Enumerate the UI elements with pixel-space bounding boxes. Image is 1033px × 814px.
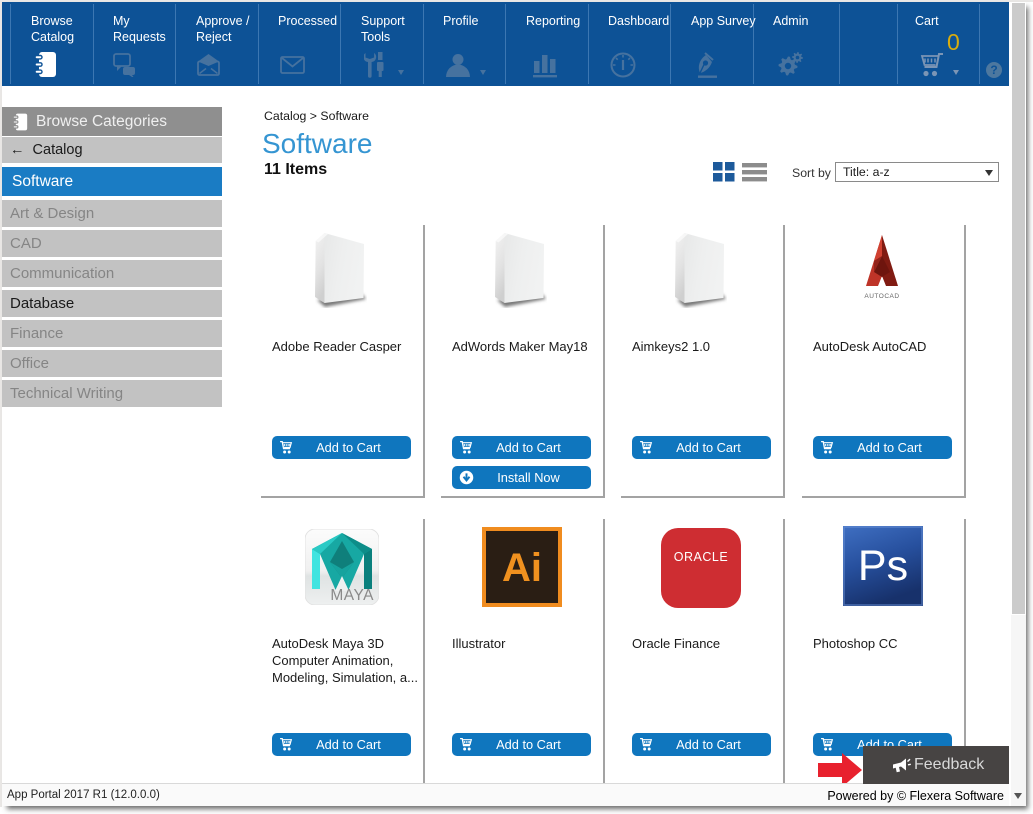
svg-text:?: ?	[990, 63, 997, 77]
svg-text:Ps: Ps	[858, 542, 908, 590]
svg-text:AUTOCAD: AUTOCAD	[864, 293, 899, 300]
svg-text:MAYA: MAYA	[330, 587, 374, 604]
